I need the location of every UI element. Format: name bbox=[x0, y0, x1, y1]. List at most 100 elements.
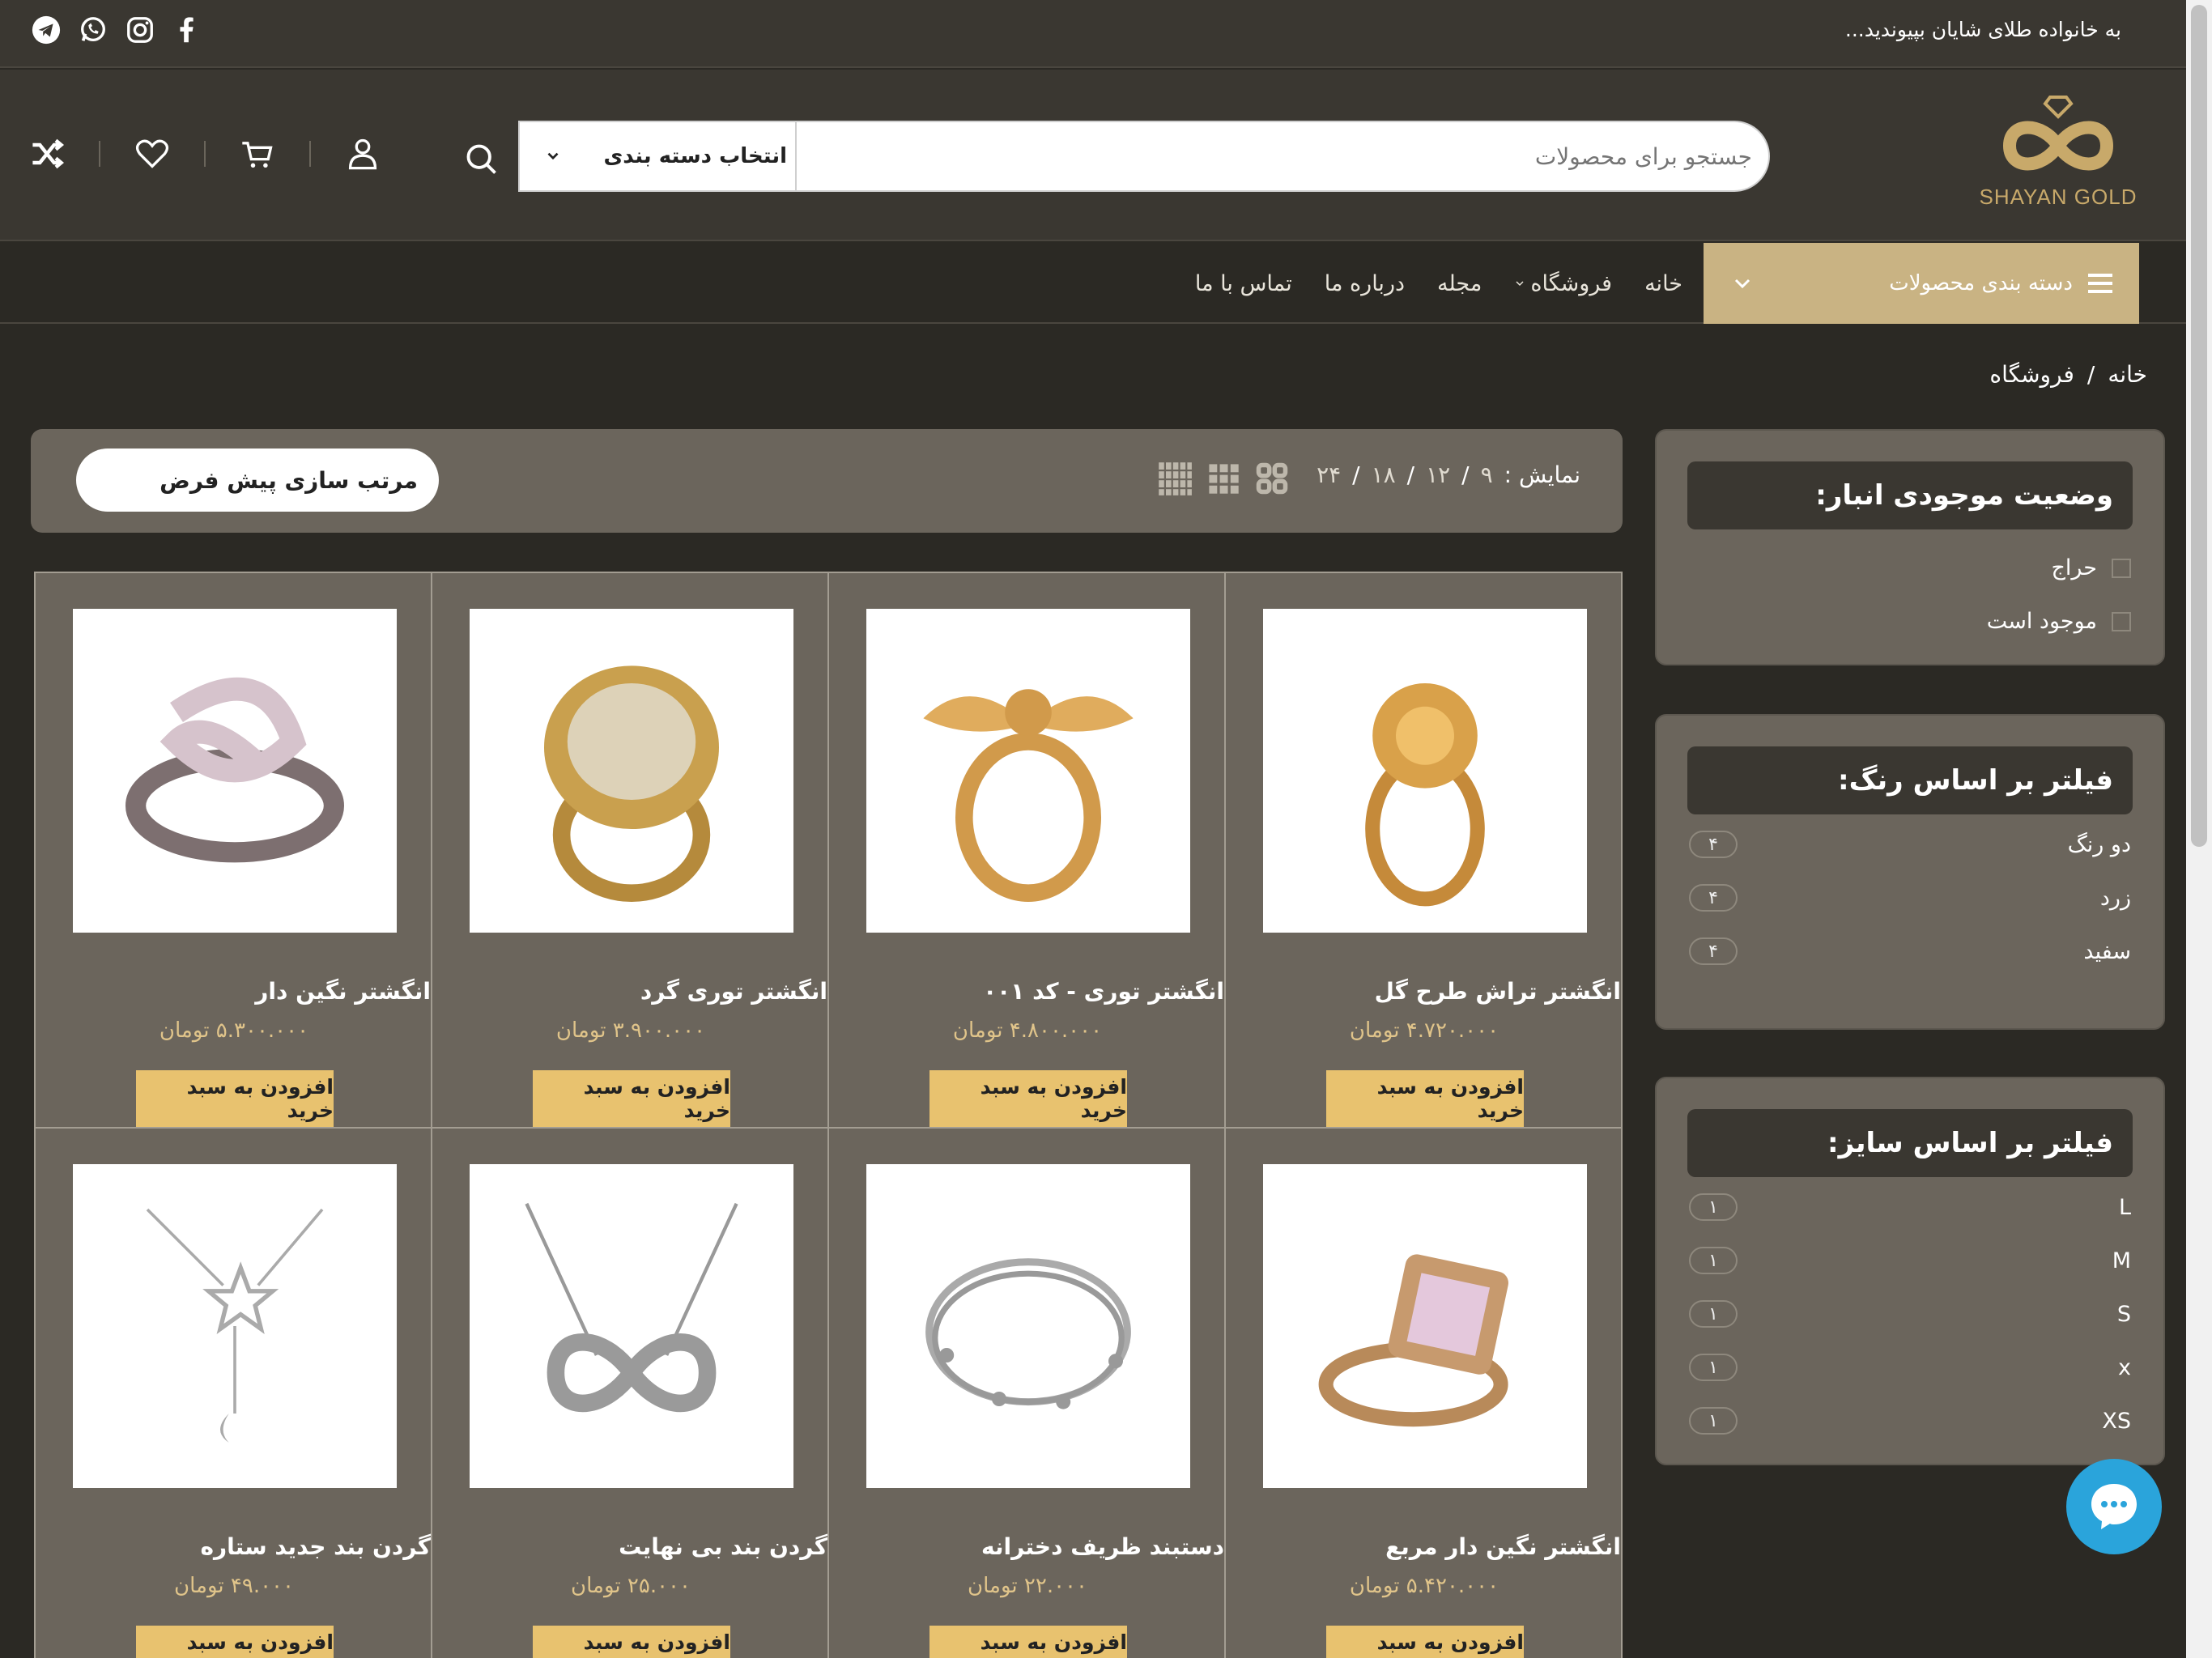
grid-2-button[interactable] bbox=[1253, 460, 1291, 497]
category-select[interactable]: انتخاب دسته بندی bbox=[544, 140, 787, 172]
per-page-option[interactable]: ۱۸ bbox=[1372, 461, 1396, 488]
add-to-cart-button[interactable]: افزودن به سبد خرید bbox=[136, 1070, 334, 1127]
size-option[interactable]: M ۱ bbox=[1657, 1234, 2163, 1287]
top-bar: به خانواده طلای شایان بپیوندید... bbox=[0, 0, 2186, 68]
product-image[interactable] bbox=[1263, 609, 1587, 933]
product-card[interactable]: انگشتر نگین دار مربع ۵.۴۲۰.۰۰۰ تومان افز… bbox=[1224, 1127, 1623, 1658]
checkbox[interactable] bbox=[2112, 612, 2131, 631]
size-option[interactable]: S ۱ bbox=[1657, 1287, 2163, 1341]
product-card[interactable]: انگشتر تراش طرح گل ۴.۷۲۰.۰۰۰ تومان افزود… bbox=[1224, 572, 1623, 1129]
account-button[interactable] bbox=[343, 134, 382, 173]
product-name[interactable]: دستبند ظریف دخترانه bbox=[827, 1533, 1224, 1560]
count-badge: ۴ bbox=[1689, 937, 1738, 965]
search-input[interactable] bbox=[861, 134, 1752, 179]
product-image[interactable] bbox=[866, 1164, 1190, 1488]
product-name[interactable]: گردن بند بی نهایت bbox=[431, 1533, 827, 1560]
product-image[interactable] bbox=[866, 609, 1190, 933]
instagram-icon[interactable] bbox=[125, 15, 155, 45]
checkbox[interactable] bbox=[2112, 559, 2131, 578]
ring-square-icon bbox=[1318, 1254, 1508, 1427]
size-option-label: x bbox=[2118, 1354, 2131, 1380]
cart-button[interactable] bbox=[238, 134, 277, 173]
product-name[interactable]: انگشتر توری - کد ۰۰۱ bbox=[827, 978, 1224, 1005]
grid-5-button[interactable] bbox=[1156, 460, 1193, 497]
add-to-cart-button[interactable]: افزودن به سبد خرید bbox=[1326, 1626, 1524, 1658]
size-option-label: M bbox=[2112, 1248, 2131, 1273]
per-page-option[interactable]: ۱۲ bbox=[1426, 461, 1450, 488]
color-option[interactable]: زرد ۴ bbox=[1657, 871, 2163, 925]
product-image[interactable] bbox=[1263, 1164, 1587, 1488]
product-name[interactable]: انگشتر توری گرد bbox=[431, 978, 827, 1005]
product-image[interactable] bbox=[73, 609, 397, 933]
stock-filter: وضعیت موجودی انبار: حراج موجود است bbox=[1655, 429, 2165, 665]
breadcrumb: خانه / فروشگاه bbox=[1989, 361, 2147, 388]
product-price: ۵.۳۰۰.۰۰۰ تومان bbox=[159, 1018, 309, 1043]
stock-option-in-stock[interactable]: موجود است bbox=[1657, 594, 2163, 648]
product-name[interactable]: انگشتر نگین دار bbox=[34, 978, 431, 1005]
product-card[interactable]: انگشتر نگین دار ۵.۳۰۰.۰۰۰ تومان افزودن ب… bbox=[34, 572, 432, 1129]
nav-link-home[interactable]: خانه bbox=[1644, 271, 1682, 296]
shop-toolbar: نمایش : ۹ / ۱۲ / ۱۸ / ۲۴ مرتب سازی پیش ف… bbox=[31, 429, 1623, 533]
scrollbar-thumb[interactable] bbox=[2191, 5, 2207, 847]
product-card[interactable]: انگشتر توری - کد ۰۰۱ ۴.۸۰۰.۰۰۰ تومان افز… bbox=[827, 572, 1226, 1129]
nav-link-shop-label: فروشگاه bbox=[1530, 270, 1613, 296]
per-page-option[interactable]: ۲۴ bbox=[1317, 461, 1341, 488]
necklace-star-icon bbox=[146, 1208, 324, 1443]
add-to-cart-button[interactable]: افزودن به سبد خرید bbox=[533, 1626, 730, 1658]
add-to-cart-button[interactable]: افزودن به سبد خرید bbox=[929, 1070, 1127, 1127]
nav-link-blog[interactable]: مجله bbox=[1437, 271, 1482, 296]
search-button[interactable] bbox=[453, 131, 510, 188]
product-image[interactable] bbox=[470, 1164, 793, 1488]
product-grid: انگشتر تراش طرح گل ۴.۷۲۰.۰۰۰ تومان افزود… bbox=[31, 572, 1623, 1658]
product-name[interactable]: انگشتر نگین دار مربع bbox=[1224, 1533, 1621, 1560]
nav-link-contact[interactable]: تماس با ما bbox=[1195, 271, 1292, 296]
product-price: ۵.۴۲۰.۰۰۰ تومان bbox=[1349, 1574, 1499, 1598]
nav-link-about[interactable]: درباره ما bbox=[1325, 271, 1405, 296]
chevron-down-icon bbox=[1516, 281, 1524, 287]
color-option[interactable]: سفید ۴ bbox=[1657, 925, 2163, 978]
categories-menu-button[interactable]: دسته بندی محصولات bbox=[1704, 243, 2139, 324]
product-name[interactable]: انگشتر تراش طرح گل bbox=[1224, 978, 1621, 1005]
size-option[interactable]: XS ۱ bbox=[1657, 1394, 2163, 1448]
product-price: ۴.۷۲۰.۰۰۰ تومان bbox=[1349, 1018, 1499, 1043]
product-image[interactable] bbox=[73, 1164, 397, 1488]
ring-dome-icon bbox=[544, 665, 719, 902]
whatsapp-icon[interactable] bbox=[78, 15, 108, 45]
social-links bbox=[31, 15, 202, 45]
size-option[interactable]: x ۱ bbox=[1657, 1341, 2163, 1394]
product-name[interactable]: گردن بند جدید ستاره bbox=[34, 1533, 432, 1560]
category-select-label: انتخاب دسته بندی bbox=[603, 144, 787, 168]
per-page-option[interactable]: ۹ bbox=[1481, 461, 1493, 488]
site-logo[interactable]: SHAYAN GOLD bbox=[1977, 89, 2139, 219]
product-card[interactable]: گردن بند بی نهایت ۲۵.۰۰۰ تومان افزودن به… bbox=[431, 1127, 829, 1658]
page-scrollbar[interactable] bbox=[2186, 0, 2212, 1658]
product-card[interactable]: دستبند ظریف دخترانه ۲۲.۰۰۰ تومان افزودن … bbox=[827, 1127, 1226, 1658]
color-option-label: زرد bbox=[2099, 885, 2131, 911]
telegram-icon[interactable] bbox=[31, 15, 62, 45]
nav-link-shop[interactable]: فروشگاه bbox=[1514, 271, 1612, 296]
add-to-cart-button[interactable]: افزودن به سبد خرید bbox=[533, 1070, 730, 1127]
search-icon bbox=[466, 144, 496, 174]
breadcrumb-home[interactable]: خانه bbox=[2108, 361, 2147, 388]
grid-3-button[interactable] bbox=[1205, 460, 1242, 497]
color-filter-title: فیلتر بر اساس رنگ: bbox=[1687, 746, 2133, 814]
add-to-cart-button[interactable]: افزودن به سبد خرید bbox=[1326, 1070, 1524, 1127]
add-to-cart-button[interactable]: افزودن به سبد خرید bbox=[929, 1626, 1127, 1658]
product-card[interactable]: گردن بند جدید ستاره ۴۹.۰۰۰ تومان افزودن … bbox=[34, 1127, 432, 1658]
product-image[interactable] bbox=[470, 609, 793, 933]
color-option[interactable]: دو رنگ ۴ bbox=[1657, 818, 2163, 871]
size-option[interactable]: L ۱ bbox=[1657, 1180, 2163, 1234]
add-to-cart-button[interactable]: افزودن به سبد خرید bbox=[136, 1626, 334, 1658]
stock-option-sale[interactable]: حراج bbox=[1657, 541, 2163, 594]
count-badge: ۱ bbox=[1689, 1354, 1738, 1381]
product-card[interactable]: انگشتر توری گرد ۳.۹۰۰.۰۰۰ تومان افزودن ب… bbox=[431, 572, 829, 1129]
sort-dropdown[interactable]: مرتب سازی پیش فرض bbox=[76, 449, 439, 512]
compare-button[interactable] bbox=[28, 134, 66, 173]
color-filter: فیلتر بر اساس رنگ: دو رنگ ۴ زرد ۴ سفید ۴ bbox=[1655, 714, 2165, 1030]
facebook-icon[interactable] bbox=[172, 15, 202, 45]
divider bbox=[204, 141, 206, 167]
wishlist-button[interactable] bbox=[133, 134, 172, 173]
chat-button[interactable] bbox=[2066, 1459, 2162, 1554]
ring-silver-icon bbox=[125, 677, 344, 863]
product-price: ۳.۹۰۰.۰۰۰ تومان bbox=[555, 1018, 706, 1043]
